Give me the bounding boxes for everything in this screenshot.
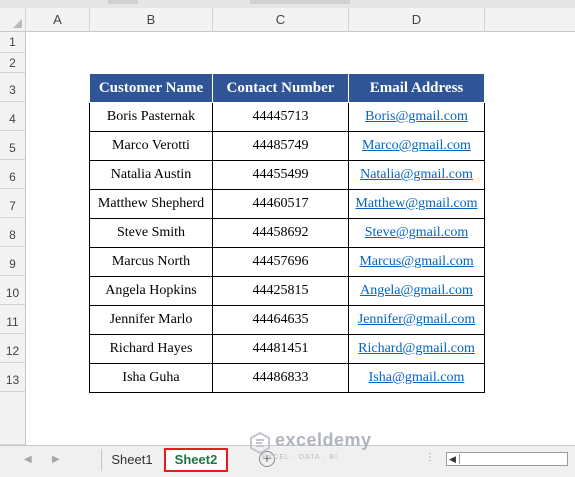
email-link[interactable]: Richard@gmail.com [358, 341, 475, 356]
cell-contact[interactable]: 44485749 [212, 131, 349, 161]
column-header-e[interactable] [485, 8, 575, 32]
cell-contact[interactable]: 44425815 [212, 276, 349, 306]
row-header-6[interactable]: 6 [0, 160, 26, 189]
table-row: Jennifer Marlo 44464635 Jennifer@gmail.com [89, 305, 485, 335]
table-row: Boris Pasternak 44445713 Boris@gmail.com [89, 102, 485, 132]
cell-contact[interactable]: 44445713 [212, 102, 349, 132]
tab-sheet1[interactable]: Sheet1 [101, 449, 162, 471]
cell-email[interactable]: Jennifer@gmail.com [348, 305, 485, 335]
cell-contact[interactable]: 44486833 [212, 363, 349, 393]
cell-name[interactable]: Richard Hayes [89, 334, 213, 364]
exceldemy-logo-icon [250, 432, 270, 454]
email-link[interactable]: Isha@gmail.com [369, 370, 465, 385]
table-row: Marco Verotti 44485749 Marco@gmail.com [89, 131, 485, 161]
row-header-2[interactable]: 2 [0, 53, 26, 73]
table-header-row: Customer Name Contact Number Email Addre… [89, 73, 485, 103]
cell-email[interactable]: Boris@gmail.com [348, 102, 485, 132]
splitter-icon[interactable]: ⋮ [425, 452, 435, 463]
cell-email[interactable]: Richard@gmail.com [348, 334, 485, 364]
cell-contact[interactable]: 44464635 [212, 305, 349, 335]
cell-email[interactable]: Steve@gmail.com [348, 218, 485, 248]
sheet-tab-bar: ◀ ▶ Sheet1 Sheet2 + exceldemy EXCEL · DA… [0, 430, 575, 477]
table-row: Matthew Shepherd 44460517 Matthew@gmail.co… [89, 189, 485, 219]
email-link[interactable]: Boris@gmail.com [365, 109, 468, 124]
column-header-d[interactable]: D [349, 8, 485, 32]
cell-name[interactable]: Marco Verotti [89, 131, 213, 161]
prev-sheet-icon[interactable]: ◀ [24, 454, 32, 465]
email-link[interactable]: Natalia@gmail.com [360, 167, 473, 182]
next-sheet-icon[interactable]: ▶ [52, 454, 60, 465]
table-row: Marcus North 44457696 Marcus@gmail.com [89, 247, 485, 277]
header-email-address[interactable]: Email Address [348, 73, 485, 103]
tab-sheet2[interactable]: Sheet2 [164, 448, 228, 472]
email-link[interactable]: Matthew@gmail.com [355, 196, 477, 211]
email-link[interactable]: Jennifer@gmail.com [358, 312, 475, 327]
cell-contact[interactable]: 44455499 [212, 160, 349, 190]
scroll-left-icon[interactable]: ◀ [449, 453, 456, 465]
cell-name[interactable]: Steve Smith [89, 218, 213, 248]
column-header-a[interactable]: A [26, 8, 90, 32]
email-link[interactable]: Steve@gmail.com [365, 225, 468, 240]
row-header-5[interactable]: 5 [0, 131, 26, 160]
cell-name[interactable]: Boris Pasternak [89, 102, 213, 132]
column-header-c[interactable]: C [213, 8, 349, 32]
row-header-blank [0, 392, 26, 445]
email-link[interactable]: Marco@gmail.com [362, 138, 471, 153]
cell-name[interactable]: Marcus North [89, 247, 213, 277]
cell-email[interactable]: Marco@gmail.com [348, 131, 485, 161]
row-header-12[interactable]: 12 [0, 334, 26, 363]
header-customer-name[interactable]: Customer Name [89, 73, 213, 103]
table-row: Natalia Austin 44455499 Natalia@gmail.com [89, 160, 485, 190]
row-header-11[interactable]: 11 [0, 305, 26, 334]
table-row: Isha Guha 44486833 Isha@gmail.com [89, 363, 485, 393]
customer-table: Customer Name Contact Number Email Addre… [89, 73, 485, 393]
row-header-9[interactable]: 9 [0, 247, 26, 276]
horizontal-scrollbar[interactable]: ◀ [446, 452, 568, 466]
cell-contact[interactable]: 44457696 [212, 247, 349, 277]
cell-email[interactable]: Natalia@gmail.com [348, 160, 485, 190]
cell-name[interactable]: Natalia Austin [89, 160, 213, 190]
cell-name[interactable]: Isha Guha [89, 363, 213, 393]
cell-email[interactable]: Angela@gmail.com [348, 276, 485, 306]
table-row: Richard Hayes 44481451 Richard@gmail.com [89, 334, 485, 364]
cell-email[interactable]: Marcus@gmail.com [348, 247, 485, 277]
table-row: Angela Hopkins 44425815 Angela@gmail.com [89, 276, 485, 306]
row-header-3[interactable]: 3 [0, 73, 26, 102]
cell-name[interactable]: Matthew Shepherd [89, 189, 213, 219]
row-header-10[interactable]: 10 [0, 276, 26, 305]
select-all-corner[interactable] [0, 8, 26, 32]
row-header-4[interactable]: 4 [0, 102, 26, 131]
table-row: Steve Smith 44458692 Steve@gmail.com [89, 218, 485, 248]
row-header-8[interactable]: 8 [0, 218, 26, 247]
cell-contact[interactable]: 44458692 [212, 218, 349, 248]
watermark-tagline: EXCEL · DATA · BI [262, 454, 338, 461]
ribbon-edge [0, 0, 575, 8]
cell-email[interactable]: Matthew@gmail.com [348, 189, 485, 219]
cell-name[interactable]: Jennifer Marlo [89, 305, 213, 335]
cell-contact[interactable]: 44481451 [212, 334, 349, 364]
row-header-1[interactable]: 1 [0, 32, 26, 53]
email-link[interactable]: Angela@gmail.com [360, 283, 473, 298]
cell-name[interactable]: Angela Hopkins [89, 276, 213, 306]
email-link[interactable]: Marcus@gmail.com [359, 254, 473, 269]
column-header-b[interactable]: B [90, 8, 213, 32]
scroll-thumb[interactable] [459, 454, 566, 464]
row-header-7[interactable]: 7 [0, 189, 26, 218]
cell-contact[interactable]: 44460517 [212, 189, 349, 219]
watermark-name: exceldemy [275, 430, 372, 450]
header-contact-number[interactable]: Contact Number [212, 73, 349, 103]
cell-email[interactable]: Isha@gmail.com [348, 363, 485, 393]
row-header-13[interactable]: 13 [0, 363, 26, 392]
